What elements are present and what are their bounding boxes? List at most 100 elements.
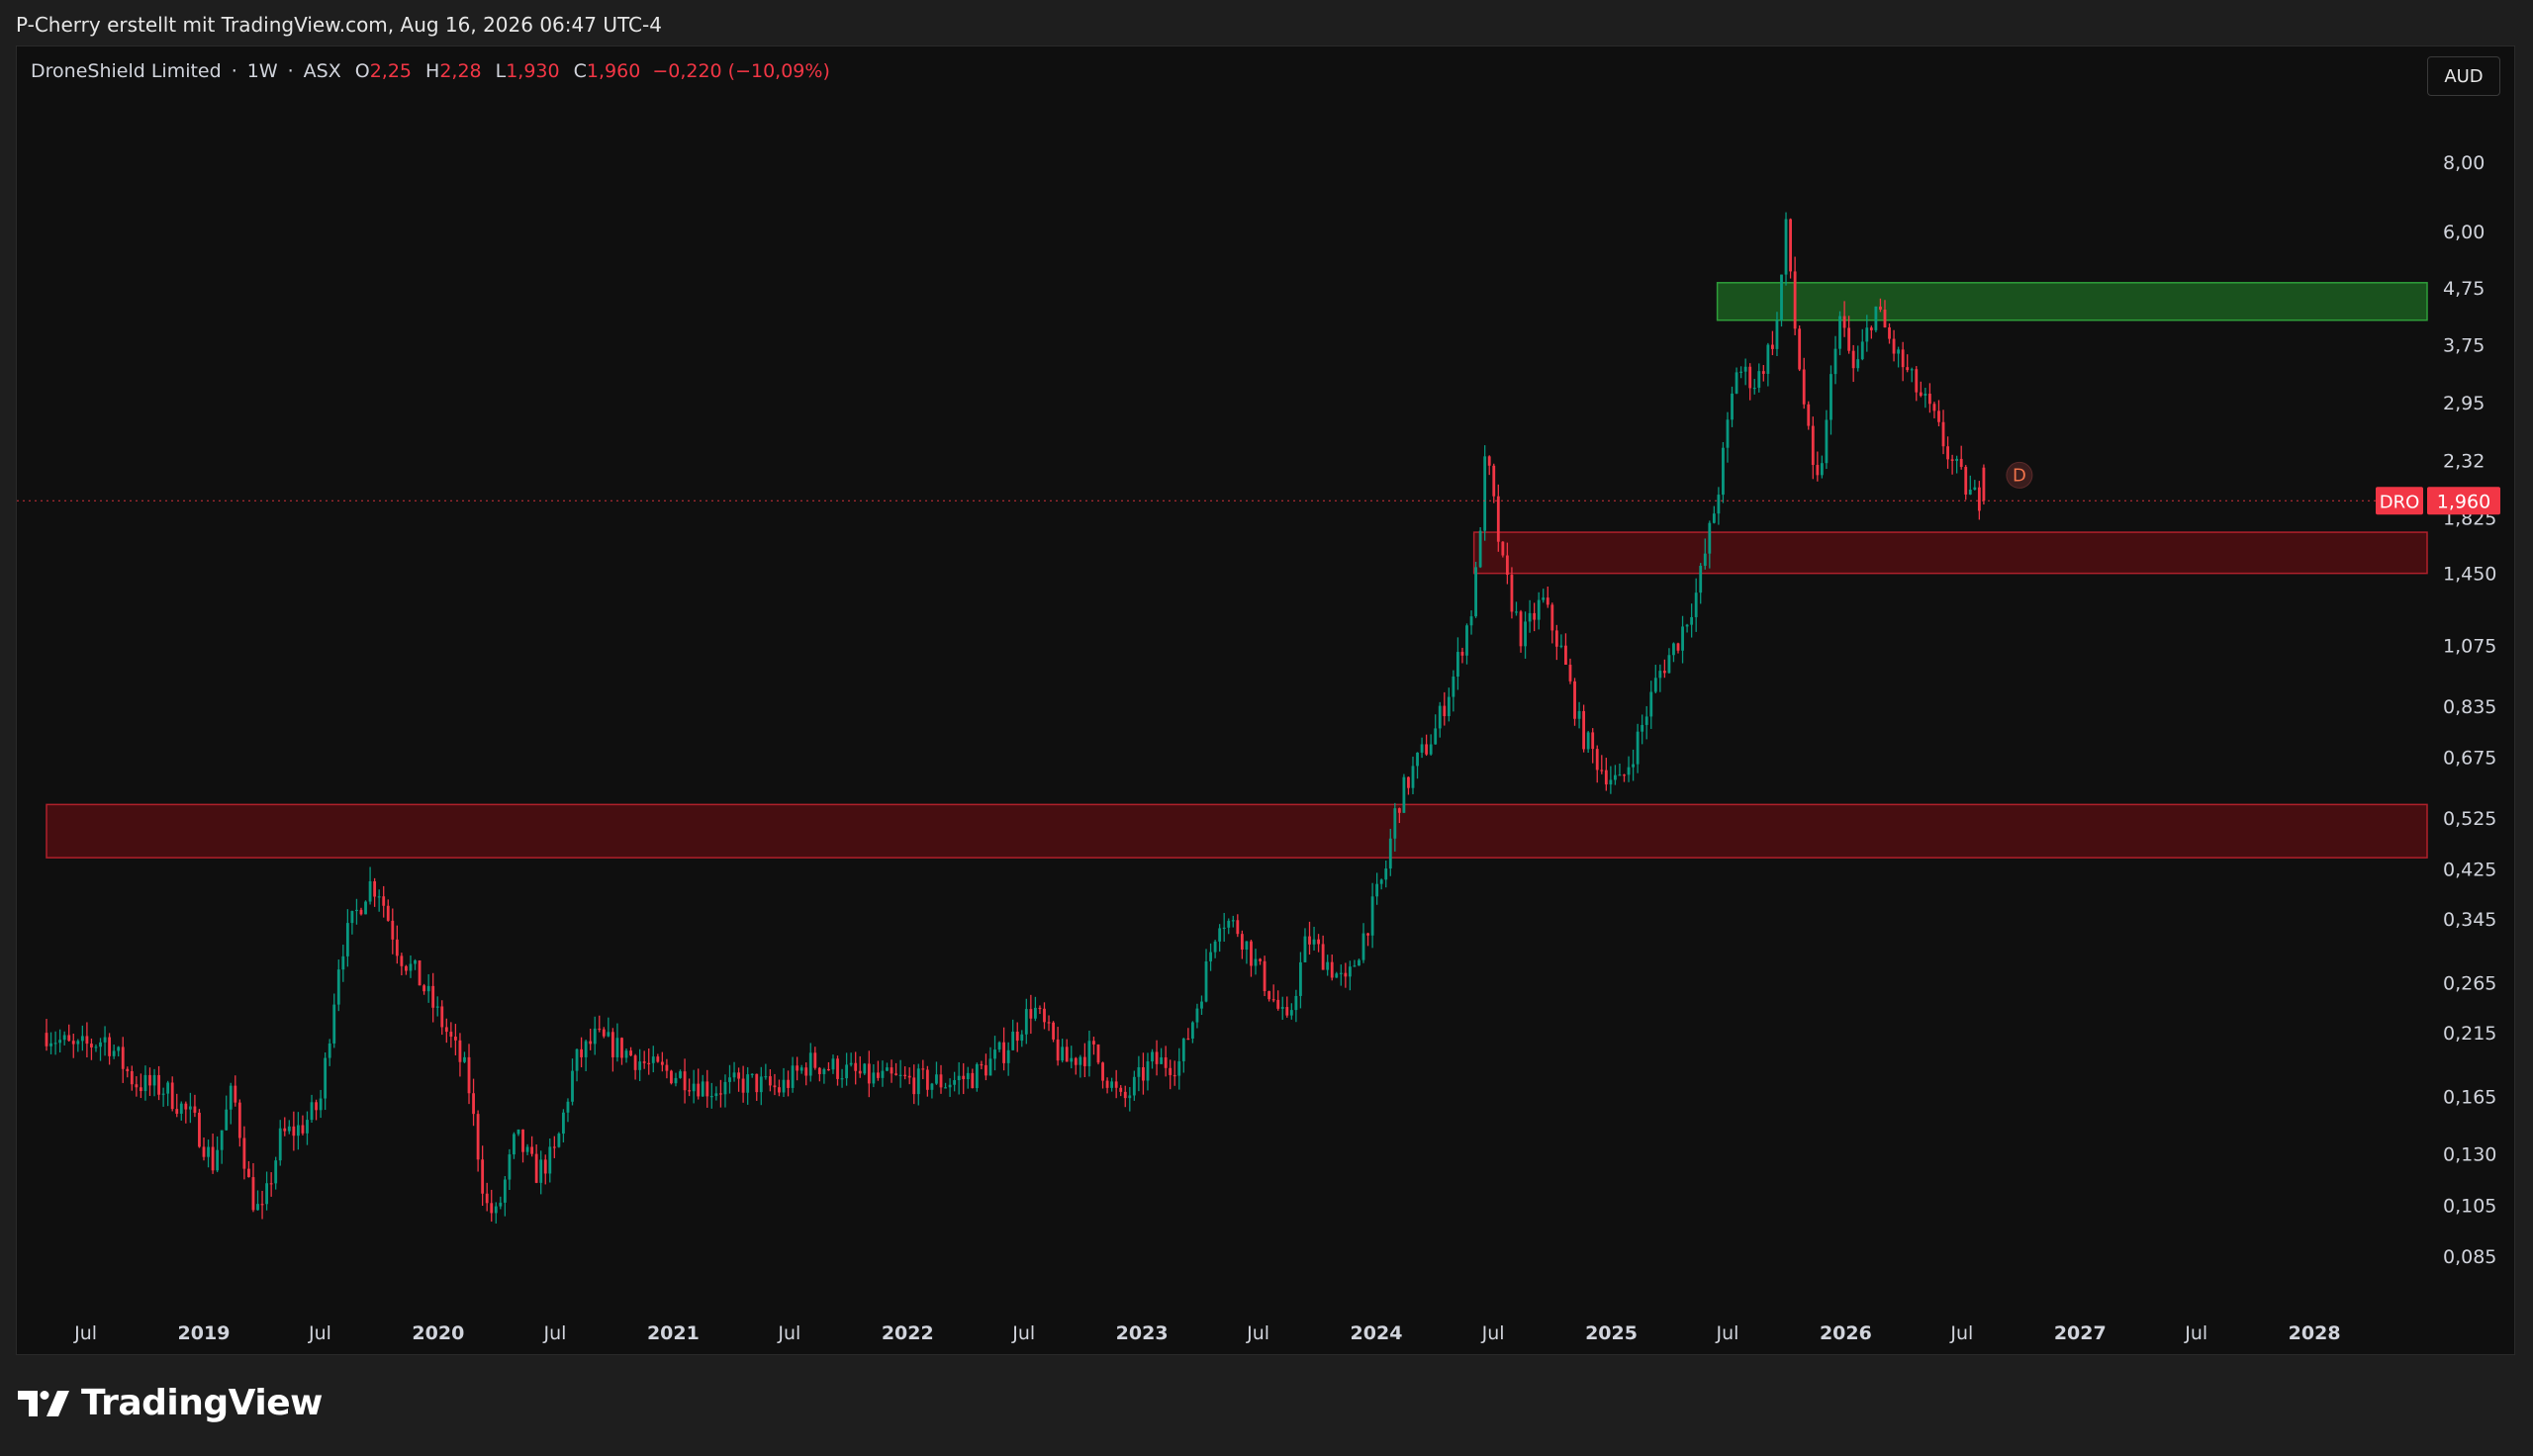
candle-body[interactable]: [1254, 958, 1258, 966]
candle-body[interactable]: [1600, 770, 1604, 772]
candle-body[interactable]: [858, 1070, 862, 1074]
candle-body[interactable]: [1056, 1039, 1060, 1061]
candle-body[interactable]: [516, 1129, 520, 1135]
candle-body[interactable]: [1213, 941, 1217, 953]
candle-body[interactable]: [198, 1112, 201, 1147]
candle-body[interactable]: [211, 1146, 215, 1171]
candle-body[interactable]: [1735, 372, 1738, 394]
candle-body[interactable]: [1910, 369, 1914, 371]
candle-body[interactable]: [99, 1042, 102, 1047]
candle-body[interactable]: [1065, 1046, 1069, 1062]
candle-body[interactable]: [1847, 327, 1851, 351]
candle-body[interactable]: [301, 1125, 305, 1134]
candle-body[interactable]: [76, 1041, 80, 1045]
candle-body[interactable]: [1982, 467, 1986, 501]
candle-body[interactable]: [1038, 1007, 1042, 1010]
candle-body[interactable]: [260, 1204, 264, 1206]
candle-body[interactable]: [1312, 939, 1316, 945]
candle-body[interactable]: [112, 1050, 116, 1056]
candle-body[interactable]: [1492, 465, 1496, 497]
candle-body[interactable]: [620, 1038, 623, 1058]
candle-body[interactable]: [1425, 744, 1429, 755]
candle-body[interactable]: [602, 1029, 606, 1037]
candle-body[interactable]: [930, 1083, 934, 1090]
candle-body[interactable]: [688, 1090, 692, 1092]
candle-body[interactable]: [1699, 565, 1703, 593]
candle-body[interactable]: [444, 1027, 448, 1033]
candle-body[interactable]: [1289, 1010, 1293, 1016]
candle-body[interactable]: [1434, 728, 1438, 745]
candle-body[interactable]: [382, 896, 386, 906]
candle-body[interactable]: [1299, 961, 1302, 996]
candle-body[interactable]: [903, 1074, 907, 1076]
candle-body[interactable]: [306, 1120, 309, 1134]
candle-body[interactable]: [324, 1057, 328, 1099]
candle-body[interactable]: [1087, 1041, 1091, 1066]
candle-body[interactable]: [1164, 1057, 1168, 1068]
candle-body[interactable]: [49, 1043, 52, 1046]
candle-body[interactable]: [216, 1149, 220, 1171]
candle-body[interactable]: [503, 1179, 507, 1203]
candle-body[interactable]: [1002, 1042, 1006, 1063]
candle-body[interactable]: [1524, 621, 1527, 647]
candle-body[interactable]: [1043, 1008, 1046, 1023]
candle-body[interactable]: [234, 1085, 237, 1103]
candle-body[interactable]: [184, 1103, 188, 1110]
candle-body[interactable]: [1110, 1081, 1114, 1088]
candle-body[interactable]: [108, 1037, 112, 1056]
candle-body[interactable]: [1649, 691, 1653, 717]
candle-body[interactable]: [472, 1093, 475, 1115]
candle-body[interactable]: [1190, 1022, 1194, 1039]
candle-body[interactable]: [1644, 716, 1648, 725]
candle-body[interactable]: [121, 1046, 125, 1069]
candle-body[interactable]: [1456, 652, 1459, 678]
candle-body[interactable]: [1061, 1046, 1065, 1061]
candle-body[interactable]: [1420, 744, 1424, 753]
candle-body[interactable]: [575, 1048, 579, 1071]
candle-body[interactable]: [1892, 338, 1896, 354]
candle-body[interactable]: [319, 1098, 323, 1111]
candle-body[interactable]: [1222, 927, 1226, 930]
candle-body[interactable]: [1195, 1008, 1199, 1023]
candle-body[interactable]: [1321, 944, 1325, 970]
candle-body[interactable]: [62, 1035, 66, 1041]
candle-body[interactable]: [705, 1081, 709, 1097]
candle-body[interactable]: [764, 1076, 768, 1078]
candle-body[interactable]: [615, 1038, 619, 1057]
candle-body[interactable]: [660, 1061, 664, 1065]
candle-body[interactable]: [1869, 327, 1873, 330]
candle-body[interactable]: [463, 1056, 466, 1062]
candle-body[interactable]: [1501, 541, 1505, 556]
candle-body[interactable]: [296, 1125, 300, 1137]
candle-body[interactable]: [1582, 710, 1586, 750]
candle-body[interactable]: [117, 1046, 121, 1051]
candle-body[interactable]: [1595, 749, 1599, 771]
candle-body[interactable]: [1897, 349, 1901, 354]
candle-body[interactable]: [1627, 767, 1631, 775]
candle-body[interactable]: [709, 1096, 713, 1098]
candle-body[interactable]: [985, 1064, 987, 1076]
candle-body[interactable]: [1726, 419, 1730, 448]
candle-body[interactable]: [1838, 316, 1841, 349]
candle-body[interactable]: [251, 1177, 255, 1211]
candle-body[interactable]: [1052, 1022, 1055, 1040]
candle-body[interactable]: [1888, 327, 1891, 339]
candle-body[interactable]: [822, 1068, 826, 1074]
candle-body[interactable]: [67, 1035, 71, 1042]
candle-body[interactable]: [1883, 310, 1887, 328]
candle-body[interactable]: [1604, 770, 1608, 785]
candle-body[interactable]: [1690, 616, 1694, 625]
candle-body[interactable]: [530, 1146, 534, 1154]
candle-body[interactable]: [1973, 487, 1977, 491]
candle-body[interactable]: [1393, 808, 1397, 839]
candle-body[interactable]: [759, 1076, 763, 1093]
candle-body[interactable]: [1096, 1044, 1100, 1063]
candle-body[interactable]: [1267, 991, 1271, 1000]
candle-body[interactable]: [1766, 344, 1770, 374]
candle-body[interactable]: [499, 1202, 503, 1207]
candle-body[interactable]: [886, 1067, 889, 1071]
candle-body[interactable]: [1653, 678, 1657, 692]
candle-body[interactable]: [907, 1075, 911, 1078]
candle-body[interactable]: [278, 1128, 282, 1161]
candle-body[interactable]: [1303, 936, 1307, 962]
